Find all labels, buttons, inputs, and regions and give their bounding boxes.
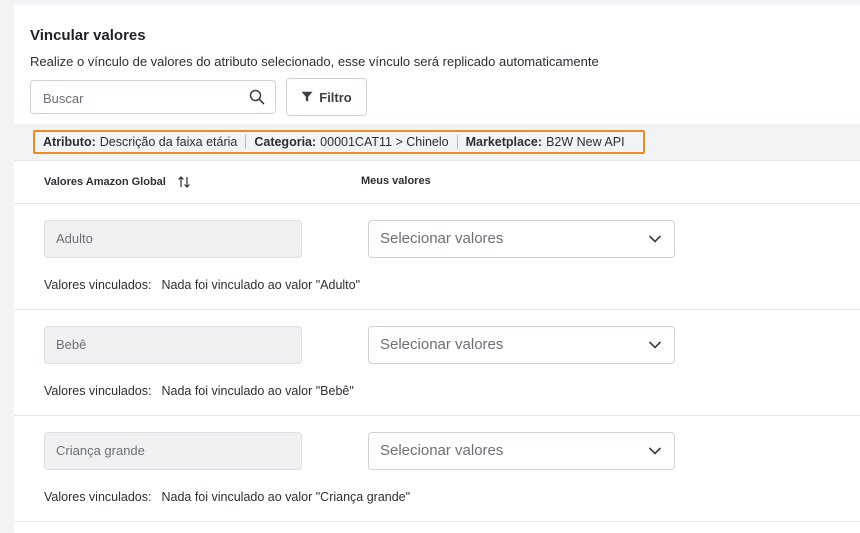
- attribute-info-bar: Atributo: Descrição da faixa etária Cate…: [14, 124, 860, 161]
- category-value: 00001CAT11 > Chinelo: [320, 135, 449, 149]
- value-row: Criança grande Selecionar valores Valore…: [14, 416, 860, 522]
- chevron-down-icon: [648, 447, 662, 455]
- amazon-value-field: Bebê: [44, 326, 302, 364]
- search-box[interactable]: [30, 80, 276, 114]
- column-header-amazon[interactable]: Valores Amazon Global: [44, 175, 191, 189]
- column-header-amazon-label: Valores Amazon Global: [44, 175, 166, 188]
- linked-values-label: Valores vinculados:: [44, 490, 152, 504]
- linked-values-message: Nada foi vinculado ao valor "Bebê": [161, 384, 354, 398]
- search-input[interactable]: [41, 88, 245, 108]
- attribute-label: Atributo:: [43, 135, 96, 149]
- section-subtitle: Realize o vínculo de valores do atributo…: [30, 54, 599, 69]
- category-label: Categoria:: [254, 135, 317, 149]
- chevron-down-icon: [648, 235, 662, 243]
- linked-values-text: Valores vinculados: Nada foi vinculado ao…: [44, 278, 360, 292]
- row-divider: [14, 521, 860, 522]
- link-values-card: Vincular valores Realize o vínculo de va…: [14, 5, 860, 533]
- select-values-dropdown[interactable]: Selecionar valores: [368, 432, 675, 470]
- select-placeholder: Selecionar valores: [380, 336, 504, 353]
- value-row: Bebê Selecionar valores Valores vinculad…: [14, 310, 860, 416]
- linked-values-text: Valores vinculados: Nada foi vinculado ao…: [44, 490, 410, 504]
- search-icon[interactable]: [249, 89, 265, 105]
- linked-values-label: Valores vinculados:: [44, 278, 152, 292]
- funnel-icon: [301, 91, 313, 102]
- chevron-down-icon: [648, 341, 662, 349]
- select-placeholder: Selecionar valores: [380, 230, 504, 247]
- attribute-info-highlight: Atributo: Descrição da faixa etária Cate…: [33, 130, 645, 154]
- select-values-dropdown[interactable]: Selecionar valores: [368, 326, 675, 364]
- value-row: Adulto Selecionar valores Valores vincul…: [14, 204, 860, 310]
- select-values-dropdown[interactable]: Selecionar valores: [368, 220, 675, 258]
- linked-values-label: Valores vinculados:: [44, 384, 152, 398]
- filter-button[interactable]: Filtro: [286, 78, 367, 116]
- amazon-value-field: Criança grande: [44, 432, 302, 470]
- linked-values-text: Valores vinculados: Nada foi vinculado ao…: [44, 384, 354, 398]
- info-separator: [456, 135, 458, 149]
- filter-button-label: Filtro: [319, 89, 352, 105]
- select-placeholder: Selecionar valores: [380, 442, 504, 459]
- marketplace-label: Marketplace:: [465, 135, 543, 149]
- section-title: Vincular valores: [30, 27, 146, 44]
- amazon-value-field: Adulto: [44, 220, 302, 258]
- linked-values-message: Nada foi vinculado ao valor "Criança gra…: [161, 490, 411, 504]
- info-separator: [245, 135, 247, 149]
- sort-icon[interactable]: [177, 175, 191, 189]
- column-header-mine: Meus valores: [361, 175, 431, 187]
- attribute-value: Descrição da faixa etária: [99, 135, 238, 149]
- linked-values-message: Nada foi vinculado ao valor "Adulto": [161, 278, 361, 292]
- marketplace-value: B2W New API: [546, 135, 625, 149]
